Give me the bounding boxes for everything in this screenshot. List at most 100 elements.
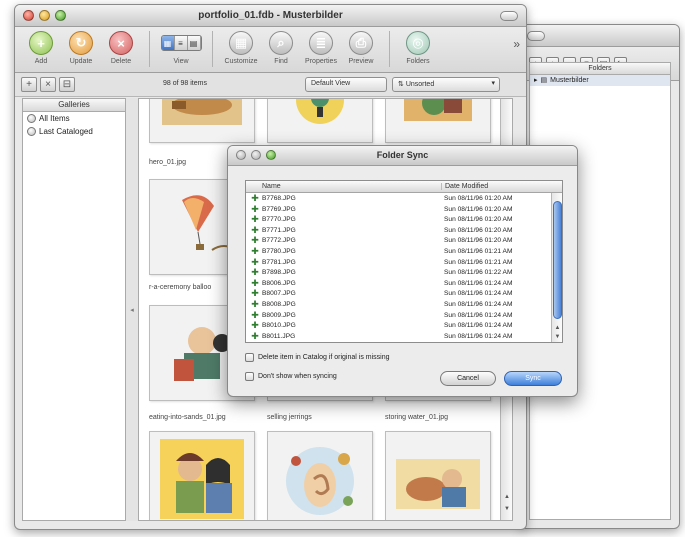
table-body: ✚ B7768.JPG Sun 08/11/96 01:20 AM ✚ B7769.JP… [246,193,562,341]
window-title: portfolio_01.fdb - Musterbilder [198,10,343,21]
table-row[interactable]: ✚ B8011.JPG Sun 08/11/96 01:24 AM [246,331,562,342]
dialog-titlebar[interactable]: Folder Sync [228,146,577,166]
file-name: B8007.JPG [262,290,296,298]
add-file-icon: ✚ [251,320,259,331]
toolbar-toggle-button[interactable] [500,11,518,21]
find-icon: ⌕ [269,31,293,55]
table-row[interactable]: ✚ B7781.JPG Sun 08/11/96 01:21 AM [246,257,562,268]
gallery-last-cataloged[interactable]: Last Cataloged [23,125,125,138]
file-name: B7772.JPG [262,237,296,245]
thumbnail-image [396,459,480,509]
folders-button[interactable]: ◎ Folders [398,31,438,65]
find-button[interactable]: ⌕ Find [261,31,301,65]
update-button[interactable]: ↻ Update [61,31,101,65]
view-popup[interactable]: Default View [305,77,387,92]
main-titlebar[interactable]: portfolio_01.fdb - Musterbilder [15,5,526,27]
item-count: 98 of 98 items [163,80,207,87]
sync-file-table[interactable]: Name Date Modified ✚ B7768.JPG Sun 08/11/9… [245,180,563,343]
file-date: Sun 08/11/96 01:20 AM [444,226,513,234]
sidebar-splitter[interactable]: ◂ [126,98,138,521]
file-date: Sun 08/11/96 01:24 AM [444,300,513,308]
add-gallery-icon[interactable]: + [21,77,37,92]
file-date: Sun 08/11/96 01:20 AM [444,205,513,213]
table-row[interactable]: ✚ B8008.JPG Sun 08/11/96 01:24 AM [246,299,562,310]
table-row[interactable]: ✚ B7780.JPG Sun 08/11/96 01:21 AM [246,246,562,257]
toolbar-separator [149,31,150,67]
file-name: B8010.JPG [262,322,296,330]
table-row[interactable]: ✚ B8006.JPG Sun 08/11/96 01:24 AM [246,278,562,289]
file-date: Sun 08/11/96 01:24 AM [444,322,513,330]
sort-popup[interactable]: ⇅ Unsorted ▾ [392,77,500,92]
column-header-date[interactable]: Date Modified [441,183,488,190]
delete-missing-checkbox[interactable]: Delete item in Catalog if original is mi… [245,353,390,362]
thumbnail[interactable] [385,431,491,520]
file-name: B8011.JPG [262,332,296,340]
add-button[interactable]: + Add [21,31,61,65]
file-date: Sun 08/11/96 01:24 AM [444,290,513,298]
add-file-icon: ✚ [251,267,259,278]
toolbar-overflow-icon[interactable]: » [513,37,520,51]
file-date: Sun 08/11/96 01:22 AM [444,269,513,277]
sync-button[interactable]: Sync [504,371,562,386]
table-row[interactable]: ✚ B7769.JPG Sun 08/11/96 01:20 AM [246,204,562,215]
properties-button[interactable]: ≣ Properties [301,31,341,65]
view-segmented-control[interactable]: ▦ ≡ ▤ [160,35,202,51]
toolbar-separator [212,31,213,67]
folders-icon: ◎ [406,31,430,55]
view-button[interactable]: ▦ ≡ ▤ View [158,31,204,65]
dont-show-checkbox[interactable]: Don't show when syncing [245,372,337,381]
file-name: B7781.JPG [262,258,296,266]
preview-button[interactable]: ⎙ Preview [341,31,381,65]
table-row[interactable]: ✚ B7768.JPG Sun 08/11/96 01:20 AM [246,193,562,204]
view-thumbnails-icon[interactable]: ▦ [161,36,175,50]
add-file-icon: ✚ [251,193,259,203]
folders-list-header: Folders [530,63,670,75]
disk-icon: ▤ [540,77,548,84]
scroll-up-arrow[interactable]: ▲ [553,325,562,331]
thumbnail[interactable] [267,99,373,143]
scroll-up-arrow[interactable]: ▲ [502,494,512,504]
sort-order-icon: ⇅ [398,81,406,88]
thumbnail[interactable] [267,431,373,520]
thumbnail[interactable] [149,99,255,143]
scroll-down-arrow[interactable]: ▼ [553,334,562,340]
thumbnail[interactable] [385,99,491,143]
remove-gallery-icon[interactable]: × [40,77,56,92]
file-date: Sun 08/11/96 01:21 AM [444,247,513,255]
table-row[interactable]: ✚ B7770.JPG Sun 08/11/96 01:20 AM [246,214,562,225]
view-details-icon[interactable]: ▤ [187,36,201,50]
table-scrollbar[interactable]: ▲ ▼ [551,193,562,342]
customize-button[interactable]: ▦ Customize [221,31,261,65]
thumbnail-caption: eating-into-sands_01.jpg [149,414,226,421]
toolbar-toggle-button[interactable] [527,31,545,41]
cancel-button[interactable]: Cancel [440,371,496,386]
properties-icon: ≣ [309,31,333,55]
checkbox-box[interactable] [245,353,254,362]
file-date: Sun 08/11/96 01:20 AM [444,195,513,202]
table-row[interactable]: ✚ B7772.JPG Sun 08/11/96 01:20 AM [246,235,562,246]
thumbnail-image [404,99,472,121]
add-file-icon: ✚ [251,288,259,299]
table-row[interactable]: ✚ B8009.JPG Sun 08/11/96 01:24 AM [246,310,562,321]
checkbox-box[interactable] [245,372,254,381]
scroll-down-arrow[interactable]: ▼ [502,506,512,516]
column-header-name[interactable]: Name [262,183,281,190]
file-name: B7771.JPG [262,226,296,234]
table-row[interactable]: ✚ B8010.JPG Sun 08/11/96 01:24 AM [246,320,562,331]
file-name: B7898.JPG [262,269,296,277]
view-list-icon[interactable]: ≡ [174,36,188,50]
gallery-options-icon[interactable]: ⊟ [59,77,75,92]
add-file-icon: ✚ [251,277,259,288]
delete-button[interactable]: × Delete [101,31,141,65]
folders-titlebar[interactable] [521,25,679,47]
table-row[interactable]: ✚ B8007.JPG Sun 08/11/96 01:24 AM [246,288,562,299]
catalog-subbar: + × ⊟ 98 of 98 items Default View ⇅ Unso… [15,73,526,97]
thumbnail[interactable] [149,431,255,520]
table-row[interactable]: ✚ B7771.JPG Sun 08/11/96 01:20 AM [246,225,562,236]
folder-item-root[interactable]: ▸ ▤ Musterbilder [530,75,670,86]
disclosure-triangle-icon[interactable]: ▸ [534,75,538,86]
scroll-thumb[interactable] [553,201,562,319]
gallery-all-items[interactable]: All Items [23,112,125,125]
add-file-icon: ✚ [251,245,259,256]
table-row[interactable]: ✚ B7898.JPG Sun 08/11/96 01:22 AM [246,267,562,278]
